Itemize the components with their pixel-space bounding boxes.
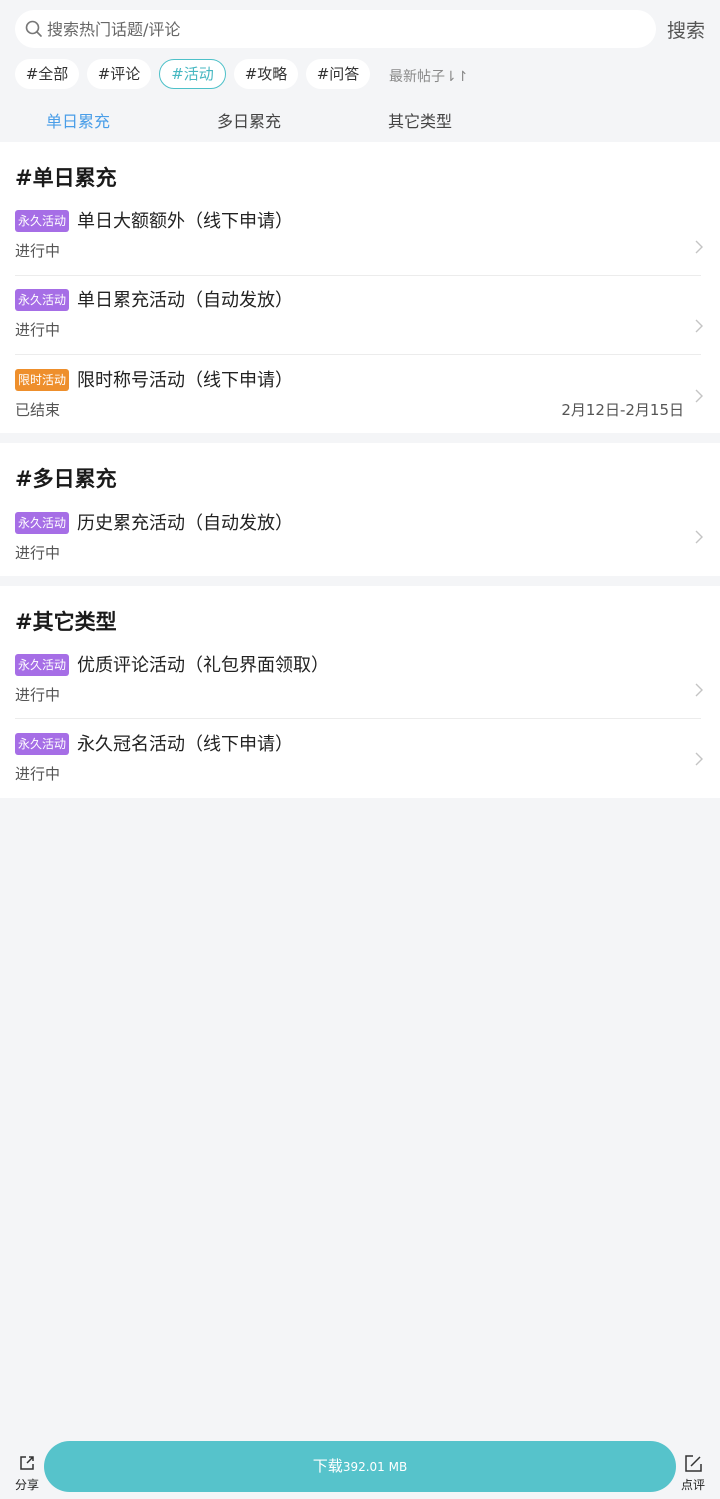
search-row: 搜索 (0, 10, 720, 48)
list-item[interactable]: 限时活动 限时称号活动（线下申请） 已结束 2月12日-2月15日 (0, 369, 720, 448)
download-button[interactable]: 下载392.01 MB (44, 1441, 676, 1492)
tab-single-day[interactable]: 单日累充 (46, 108, 110, 132)
section-title: #单日累充 (15, 166, 117, 190)
divider (15, 275, 701, 276)
chevron-right-icon (695, 240, 703, 254)
item-status: 进行中 (15, 765, 61, 783)
list-item[interactable]: 永久活动 历史累充活动（自动发放） 进行中 (0, 512, 720, 591)
list-item[interactable]: 永久活动 单日大额额外（线下申请） 进行中 (0, 210, 720, 289)
download-label: 下载 (312, 1457, 343, 1475)
chevron-right-icon (695, 389, 703, 403)
divider (15, 718, 701, 719)
item-status: 已结束 (15, 401, 61, 419)
item-title: 单日累充活动（自动发放） (77, 290, 293, 311)
chip-all[interactable]: #全部 (15, 59, 79, 89)
share-button[interactable]: 分享 (12, 1454, 42, 1494)
item-status: 进行中 (15, 321, 61, 339)
topic-chips: #全部 #评论 #活动 #攻略 #问答 最新帖子⇂↾ (15, 59, 715, 89)
tab-other[interactable]: 其它类型 (388, 108, 452, 132)
list-item[interactable]: 永久活动 永久冠名活动（线下申请） 进行中 (0, 733, 720, 812)
search-box[interactable] (15, 10, 656, 48)
chevron-right-icon (695, 683, 703, 697)
list-item[interactable]: 永久活动 单日累充活动（自动发放） 进行中 (0, 289, 720, 368)
chevron-right-icon (695, 530, 703, 544)
category-tabs: 单日累充 多日累充 其它类型 (0, 108, 720, 136)
chevron-right-icon (695, 319, 703, 333)
search-icon (25, 20, 42, 37)
badge-permanent: 永久活动 (15, 654, 70, 676)
item-title: 限时称号活动（线下申请） (77, 370, 293, 391)
list-item[interactable]: 永久活动 优质评论活动（礼包界面领取） 进行中 (0, 654, 720, 733)
search-button[interactable]: 搜索 (667, 16, 705, 43)
section-other: #其它类型 永久活动 优质评论活动（礼包界面领取） 进行中 永久活动 永久冠名活… (0, 586, 720, 798)
chip-events[interactable]: #活动 (159, 59, 226, 89)
tab-multi-day[interactable]: 多日累充 (217, 108, 281, 132)
badge-permanent: 永久活动 (15, 289, 70, 311)
badge-permanent: 永久活动 (15, 733, 70, 755)
review-button[interactable]: 点评 (678, 1454, 708, 1494)
download-size: 392.01 MB (342, 1460, 408, 1474)
chevron-right-icon (695, 752, 703, 766)
section-title: #其它类型 (15, 610, 117, 634)
item-date-range: 2月12日-2月15日 (561, 401, 684, 419)
page: 搜索 #全部 #评论 #活动 #攻略 #问答 最新帖子⇂↾ 单日累充 多日累充 … (0, 0, 720, 1499)
section-single-day: #单日累充 永久活动 单日大额额外（线下申请） 进行中 永久活动 单日累充活动（… (0, 142, 720, 433)
chip-qa[interactable]: #问答 (306, 59, 370, 89)
divider (15, 354, 701, 355)
chip-guides[interactable]: #攻略 (234, 59, 298, 89)
item-status: 进行中 (15, 242, 61, 260)
share-icon (20, 1456, 34, 1470)
section-multi-day: #多日累充 永久活动 历史累充活动（自动发放） 进行中 (0, 443, 720, 576)
chip-comments[interactable]: #评论 (87, 59, 151, 89)
item-title: 永久冠名活动（线下申请） (77, 734, 293, 755)
item-title: 单日大额额外（线下申请） (77, 211, 293, 232)
sort-latest-posts[interactable]: 最新帖子⇂↾ (389, 66, 468, 86)
item-status: 进行中 (15, 686, 61, 704)
badge-permanent: 永久活动 (15, 210, 70, 232)
section-title: #多日累充 (15, 467, 117, 491)
item-title: 历史累充活动（自动发放） (77, 513, 293, 534)
share-label: 分享 (14, 1478, 39, 1492)
badge-limited-time: 限时活动 (15, 369, 70, 391)
search-input[interactable] (47, 10, 637, 48)
review-label: 点评 (680, 1478, 705, 1492)
item-title: 优质评论活动（礼包界面领取） (77, 655, 329, 676)
item-status: 进行中 (15, 544, 61, 562)
edit-icon (685, 1455, 702, 1472)
badge-permanent: 永久活动 (15, 512, 70, 534)
bottom-bar: 分享 下载392.01 MB 点评 (0, 1438, 720, 1499)
